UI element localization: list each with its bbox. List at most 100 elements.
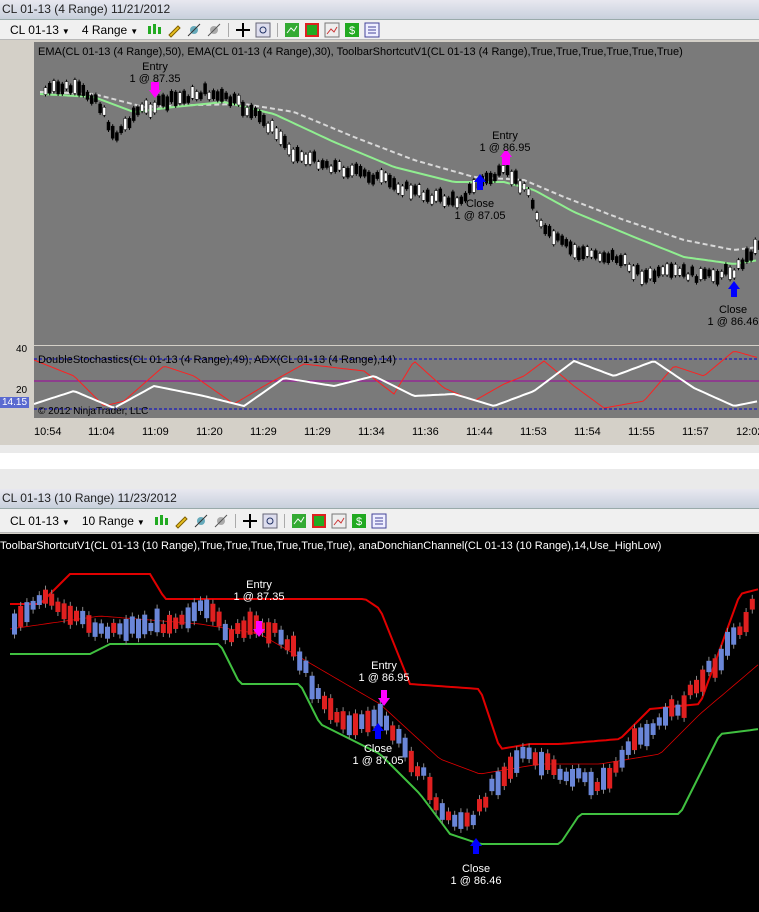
period-selector[interactable]: 10 Range ▼ — [78, 514, 149, 528]
donchian-chart-canvas — [9, 573, 759, 854]
toolbar-divider — [277, 22, 279, 37]
candle-body — [297, 651, 303, 671]
candle-body — [438, 188, 443, 202]
candle-body — [430, 195, 434, 205]
candle-body — [656, 717, 662, 726]
candle-body — [186, 96, 191, 103]
candle-body — [427, 776, 433, 801]
pointer-tool-icon[interactable] — [206, 22, 222, 38]
candle-body — [64, 81, 69, 90]
candle-body — [631, 265, 636, 280]
svg-text:$: $ — [349, 25, 355, 37]
candle-body — [581, 246, 585, 260]
candle-body — [220, 88, 224, 102]
candle-body — [291, 635, 296, 657]
pencil-icon[interactable] — [173, 513, 189, 529]
candle-body — [613, 761, 619, 773]
candle-body — [719, 271, 724, 278]
period-selector[interactable]: 4 Range ▼ — [78, 23, 142, 37]
candle-body — [669, 699, 675, 717]
strategies-icon[interactable] — [311, 513, 327, 529]
candle-body — [663, 707, 668, 726]
candle-body — [249, 104, 254, 119]
candle-body — [47, 82, 52, 94]
pencil-icon[interactable] — [166, 22, 182, 38]
time-axis: 10:54 11:04 11:09 11:20 11:29 11:29 11:34 11:36… — [34, 422, 759, 444]
indicators-icon[interactable] — [284, 22, 300, 38]
candle-body — [210, 603, 216, 622]
candle-body — [467, 183, 472, 194]
time-label: 11:29 — [304, 426, 331, 438]
indicators-icon[interactable] — [291, 513, 307, 529]
time-label: 11:09 — [142, 426, 169, 438]
crosshair-tool-icon[interactable] — [193, 513, 209, 529]
candle-body — [341, 167, 346, 178]
candle-body — [169, 90, 174, 103]
candle-body — [625, 741, 631, 755]
svg-text:$: $ — [356, 516, 362, 528]
crosshair-icon[interactable] — [242, 513, 258, 529]
bottom-window-title: CL 01-13 (10 Range) 11/23/2012 — [0, 489, 759, 509]
candle-body — [123, 118, 128, 130]
oscillator-panel[interactable]: DoubleStochastics(CL 01-13 (4 Range),49)… — [34, 346, 759, 418]
dollar-icon[interactable]: $ — [351, 513, 367, 529]
candle-body — [228, 96, 233, 107]
chart-properties-icon[interactable] — [324, 22, 340, 38]
candle-body — [375, 172, 380, 179]
period-label: 10 Range — [81, 513, 134, 528]
candle-body — [278, 629, 284, 645]
candle-body — [278, 131, 283, 145]
candle-body — [94, 94, 98, 103]
candle-body — [505, 165, 510, 176]
bar-type-icon[interactable] — [153, 513, 169, 529]
candle-body — [178, 92, 182, 104]
candle-body — [295, 147, 300, 162]
candle-body — [86, 615, 92, 633]
time-label: 11:57 — [682, 426, 709, 438]
time-label: 11:20 — [196, 426, 223, 438]
entry-annotation-1: Entry 1 @ 87.35 — [233, 579, 285, 603]
candle-body — [142, 614, 148, 635]
candle-body — [547, 225, 552, 237]
zoom-icon[interactable] — [262, 513, 278, 529]
chart-properties-icon[interactable] — [331, 513, 347, 529]
pointer-tool-icon[interactable] — [213, 513, 229, 529]
candle-body — [530, 199, 535, 209]
candle-body — [136, 618, 141, 639]
candle-body — [665, 263, 669, 276]
ema-fast-line — [39, 93, 757, 265]
candle-body — [488, 172, 493, 185]
buy-arrow-icon — [728, 281, 740, 297]
candle-body — [274, 127, 279, 140]
dollar-icon[interactable]: $ — [344, 22, 360, 38]
zoom-icon[interactable] — [255, 22, 271, 38]
candle-body — [204, 599, 210, 619]
candle-body — [458, 812, 464, 829]
top-chart-window: CL 01-13 (4 Range) 11/21/2012 CL 01-13 ▼ … — [0, 0, 759, 438]
donchian-panel[interactable]: ToolbarShortcutV1(CL 01-13 (10 Range),Tr… — [0, 534, 759, 912]
candle-body — [563, 771, 569, 782]
data-box-icon[interactable] — [364, 22, 380, 38]
candle-body — [614, 256, 619, 263]
instrument-selector[interactable]: CL 01-13 ▼ — [6, 514, 74, 528]
time-label: 11:44 — [466, 426, 493, 438]
candle-body — [216, 611, 222, 627]
candle-body — [328, 698, 334, 720]
candle-body — [677, 268, 682, 276]
oscillator-label: DoubleStochastics(CL 01-13 (4 Range),49)… — [38, 354, 397, 366]
price-panel[interactable]: EMA(CL 01-13 (4 Range),50), EMA(CL 01-13… — [34, 42, 759, 345]
data-box-icon[interactable] — [371, 513, 387, 529]
scrollbar[interactable] — [0, 453, 759, 469]
crosshair-tool-icon[interactable] — [186, 22, 202, 38]
candle-body — [560, 235, 564, 245]
candle-body — [36, 595, 42, 605]
osc-axis-20: 20 — [16, 385, 28, 396]
instrument-selector[interactable]: CL 01-13 ▼ — [6, 23, 74, 37]
toolbar-divider — [228, 22, 230, 37]
time-label: 11:55 — [628, 426, 655, 438]
crosshair-icon[interactable] — [235, 22, 251, 38]
candle-body — [24, 602, 30, 623]
strategies-icon[interactable] — [304, 22, 320, 38]
candle-body — [740, 259, 745, 270]
bar-type-icon[interactable] — [146, 22, 162, 38]
